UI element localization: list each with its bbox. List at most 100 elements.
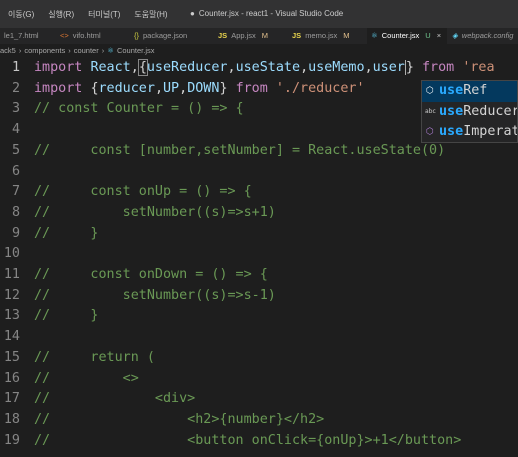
code-line[interactable]: 5 // const [number,setNumber] = React.use… (0, 141, 518, 162)
suggestion-match: use (439, 83, 464, 98)
code-token: // <h2>{number}</h2> (34, 411, 325, 427)
code-line[interactable]: 6 (0, 162, 518, 183)
code-token: { (137, 59, 148, 76)
chevron-right-icon: › (101, 46, 105, 55)
code-token: // <div> (34, 391, 196, 407)
suggestion-match: use (439, 124, 464, 140)
suggestion-match: use (439, 103, 464, 119)
code-text: // } (34, 306, 99, 327)
code-line[interactable]: 16 // <> (0, 369, 518, 390)
breadcrumb-item[interactable]: counter (74, 46, 99, 55)
code-text: // const [number,setNumber] = React.useS… (34, 141, 445, 162)
code-token: // } (34, 308, 99, 324)
modified-badge: M (261, 31, 269, 40)
text-suggestion-icon: abc (425, 107, 436, 115)
editor-tab-bar: le1_7.html <> vifo.html {} package.json JS… (0, 28, 518, 44)
code-text: // return ( (34, 348, 155, 369)
code-text: // } (34, 224, 99, 245)
react-file-icon: ⚛ (107, 46, 114, 55)
line-number: 12 (3, 287, 20, 303)
code-token: , (130, 60, 139, 75)
line-number: 16 (3, 370, 20, 386)
menu-terminal[interactable]: 터미널(T) (88, 9, 120, 20)
untracked-badge: U (425, 31, 431, 40)
line-number: 10 (3, 246, 20, 262)
breadcrumb-item[interactable]: components (24, 46, 65, 55)
chevron-right-icon: › (68, 46, 71, 55)
code-text: import React,{useReducer,useState,useMem… (34, 58, 495, 79)
js-file-icon: JS (218, 31, 228, 40)
breadcrumb: ack5 › components › counter › ⚛ Counter.jsx (0, 44, 518, 58)
code-text: // <h2>{number}</h2> (34, 410, 324, 431)
code-line[interactable]: 14 (0, 327, 518, 348)
code-token: user (372, 60, 405, 75)
tab-vifo-html[interactable]: <> vifo.html (56, 28, 101, 44)
suggestion-item[interactable]: abc useReducer (422, 102, 517, 123)
code-token: , (227, 60, 236, 75)
breadcrumb-item[interactable]: ack5 (0, 46, 16, 55)
line-number: 9 (11, 225, 20, 241)
window-title: ● Counter.jsx - react1 - Visual Studio Co… (190, 9, 344, 18)
code-token: UP (163, 80, 180, 96)
line-number: 3 (11, 101, 20, 117)
code-token: import (34, 60, 91, 75)
code-line[interactable]: 10 (0, 244, 518, 265)
js-file-icon: JS (292, 31, 302, 40)
tab-package-json[interactable]: {} package.json (130, 28, 187, 44)
line-number: 18 (3, 411, 20, 427)
menu-help[interactable]: 도움말(H) (134, 9, 167, 20)
code-token: React (90, 60, 131, 75)
suggestion-item[interactable]: ⬡ useRef (422, 81, 517, 102)
breadcrumb-item[interactable]: Counter.jsx (117, 46, 155, 55)
menu-run[interactable]: 실행(R) (48, 9, 74, 20)
tab-label: webpack.config (461, 31, 514, 40)
code-token: import (34, 80, 91, 96)
code-text: // const onUp = () => { (34, 182, 252, 203)
suggestion-rest: Imperat (463, 124, 518, 140)
tab-app-jsx[interactable]: JS App.jsx M (214, 28, 268, 44)
suggestion-item[interactable]: ⬡ useImperat (422, 122, 518, 142)
code-token: // const Counter = () => { (34, 101, 244, 117)
menu-go[interactable]: 이동(G) (8, 9, 34, 20)
code-line[interactable]: 18 // <h2>{number}</h2> (0, 410, 518, 431)
tab-webpack-config[interactable]: ◈ webpack.config (448, 28, 513, 44)
code-line[interactable]: 7 // const onUp = () => { (0, 182, 518, 203)
code-token: './reducer' (275, 80, 365, 96)
tab-label: App.jsx (231, 31, 256, 40)
code-text: // <div> (34, 389, 195, 410)
code-line[interactable]: 19 // <button onClick={onUp}>+1</button> (0, 431, 518, 452)
code-line[interactable]: 9 // } (0, 224, 518, 245)
code-line[interactable]: 1 import React,{useReducer,useState,useMe… (0, 58, 518, 79)
code-token: // } (34, 225, 99, 241)
code-token: // return ( (34, 349, 155, 365)
code-line[interactable]: 13 // } (0, 306, 518, 327)
code-token: , (364, 60, 373, 75)
line-number: 11 (3, 267, 20, 282)
code-token: // const [number,setNumber] = React.useS… (34, 142, 446, 158)
line-number: 4 (11, 122, 20, 138)
tab-counter-jsx[interactable]: ⚛ Counter.jsx U × (367, 28, 447, 44)
code-line[interactable]: 12 // setNumber((s)=>s-1) (0, 286, 518, 307)
tab-memo-jsx[interactable]: JS memo.jsx M (288, 28, 350, 44)
method-symbol-icon: ⬡ (426, 86, 434, 96)
tab-label: package.json (143, 31, 188, 40)
autocomplete-suggestions[interactable]: ⬡ useRef abc useReducer ⬡ useImperat (421, 80, 518, 143)
code-token: // setNumber((s)=>s+1) (34, 204, 276, 220)
line-number: 7 (11, 184, 20, 200)
code-line[interactable]: 8 // setNumber((s)=>s+1) (0, 203, 518, 224)
code-token: , (154, 80, 163, 96)
suggestion-rest: Ref (463, 83, 488, 98)
code-line[interactable]: 15 // return ( (0, 348, 518, 369)
code-text: // <button onClick={onUp}>+1</button> (34, 431, 461, 452)
tab-label: Counter.jsx (381, 31, 420, 40)
line-number: 13 (3, 308, 20, 324)
tab-le1-7-html[interactable]: le1_7.html (0, 28, 39, 44)
react-file-icon: ⚛ (371, 31, 378, 40)
code-token: from (235, 80, 276, 96)
close-icon[interactable]: × (437, 31, 441, 40)
code-line[interactable]: 11 // const onDown = () => { (0, 265, 518, 286)
code-line[interactable]: 17 // <div> (0, 389, 518, 410)
code-token: } (405, 60, 422, 75)
code-token: useMemo (308, 60, 365, 75)
line-number: 5 (11, 142, 20, 158)
